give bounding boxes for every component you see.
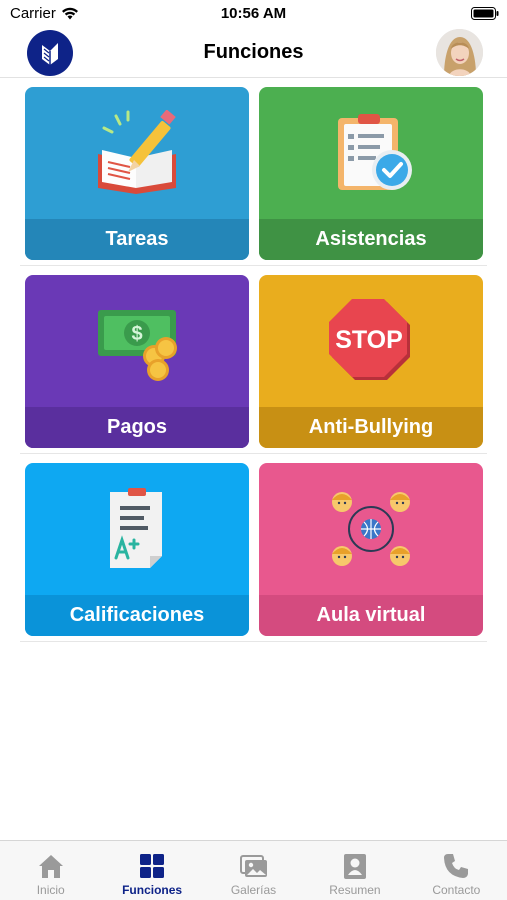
home-icon xyxy=(38,855,63,878)
grade-sheet-icon xyxy=(110,488,162,568)
tile-asistencias-label: Asistencias xyxy=(259,219,483,260)
battery-icon xyxy=(471,7,499,20)
tile-calificaciones-label: Calificaciones xyxy=(25,595,249,636)
tiles-row-2: $ Pagos STOP Anti-Bullying xyxy=(20,266,487,454)
status-time: 10:56 AM xyxy=(220,5,287,22)
tab-resumen-label: Resumen xyxy=(329,883,381,897)
tab-inicio[interactable]: Inicio xyxy=(0,841,101,900)
avatar-icon xyxy=(436,29,483,76)
tile-anti-bullying-art: STOP xyxy=(259,275,483,407)
tab-inicio-label: Inicio xyxy=(36,883,65,897)
tile-aula-virtual-label: Aula virtual xyxy=(259,595,483,636)
tile-tareas[interactable]: Tareas xyxy=(25,87,249,260)
stop-sign-text: STOP xyxy=(335,326,403,354)
tile-aula-virtual-art xyxy=(259,463,483,595)
tile-anti-bullying[interactable]: STOP Anti-Bullying xyxy=(259,275,483,448)
person-bottom-left xyxy=(332,546,352,566)
tiles-row-3: Calificaciones Aula virtual xyxy=(20,454,487,642)
tab-galerias[interactable]: Galerías xyxy=(203,841,304,900)
tile-tareas-label: Tareas xyxy=(25,219,249,260)
phone-icon xyxy=(444,854,469,878)
tab-bar: Inicio Funciones Galerías Resumen Contac… xyxy=(0,840,507,900)
tab-funciones-label: Funciones xyxy=(122,883,183,897)
tile-pagos[interactable]: $ Pagos xyxy=(25,275,249,448)
tiles-row-1: Tareas Asistencias xyxy=(20,78,487,266)
tile-asistencias[interactable]: Asistencias xyxy=(259,87,483,260)
tab-contacto-label: Contacto xyxy=(432,883,481,897)
profile-avatar[interactable] xyxy=(436,29,483,76)
tile-calificaciones-art xyxy=(25,463,249,595)
person-top-right xyxy=(390,492,410,512)
person-bottom-right xyxy=(390,546,410,566)
tile-asistencias-art xyxy=(259,87,483,219)
gallery-icon xyxy=(239,855,267,877)
tile-tareas-art xyxy=(25,87,249,219)
tab-resumen[interactable]: Resumen xyxy=(304,841,405,900)
virtual-classroom-icon xyxy=(332,492,410,566)
tile-anti-bullying-label: Anti-Bullying xyxy=(259,407,483,448)
stop-sign-icon: STOP xyxy=(329,299,410,380)
grid-icon xyxy=(140,854,165,878)
tile-calificaciones[interactable]: Calificaciones xyxy=(25,463,249,636)
tile-aula-virtual[interactable]: Aula virtual xyxy=(259,463,483,636)
money-coins-icon: $ xyxy=(98,310,177,381)
tile-pagos-art: $ xyxy=(25,275,249,407)
person-top-left xyxy=(332,492,352,512)
tab-funciones[interactable]: Funciones xyxy=(101,841,202,900)
nav-bar: Funciones xyxy=(0,28,507,78)
notebook-pencil-icon xyxy=(98,110,176,194)
tile-pagos-label: Pagos xyxy=(25,407,249,448)
status-bar: Carrier 10:56 AM xyxy=(0,0,507,28)
tab-contacto[interactable]: Contacto xyxy=(406,841,507,900)
functions-grid: Tareas Asistencias $ Pagos STOP Anti-Bul… xyxy=(0,78,507,642)
id-card-icon xyxy=(343,854,366,879)
clipboard-check-icon xyxy=(338,114,412,190)
page-title: Funciones xyxy=(203,41,304,63)
tab-galerias-label: Galerías xyxy=(230,883,277,897)
money-symbol: $ xyxy=(131,323,142,345)
